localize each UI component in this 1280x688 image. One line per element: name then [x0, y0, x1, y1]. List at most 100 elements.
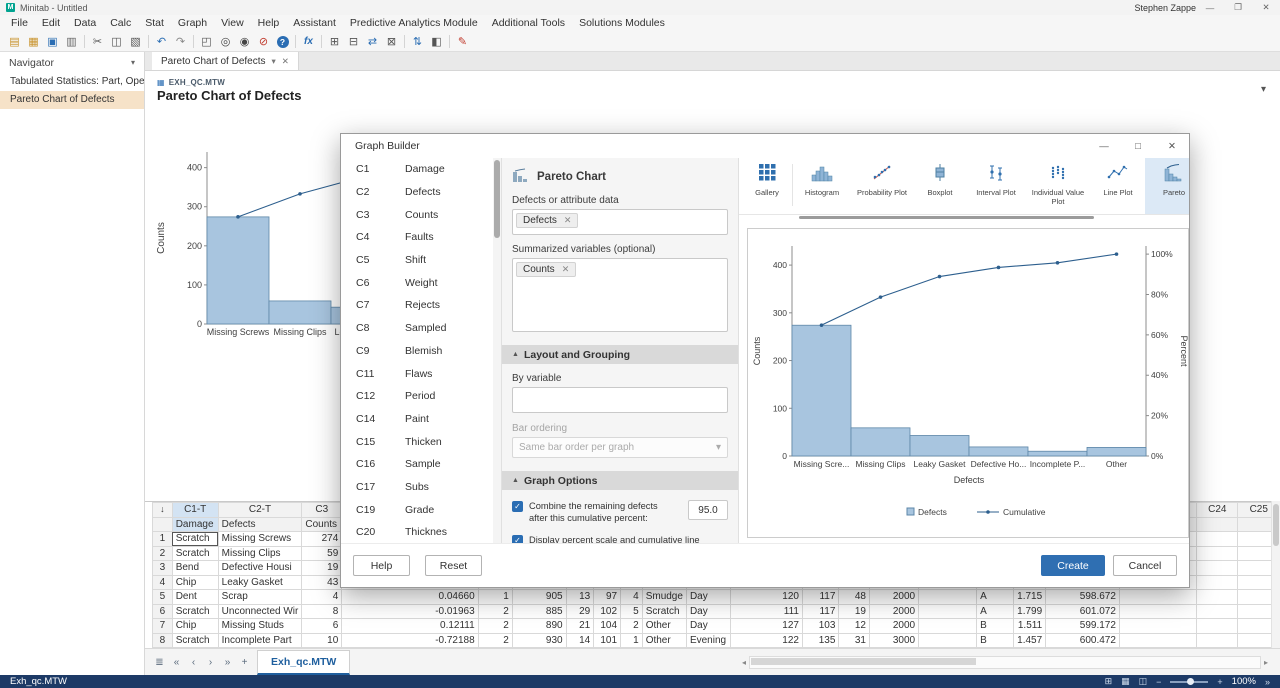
last-sheet-icon[interactable]: » [219, 657, 236, 668]
cell[interactable]: 31 [839, 633, 870, 648]
print-icon[interactable]: ▥ [62, 33, 81, 51]
cell[interactable]: Unconnected Wir [218, 604, 302, 619]
cell[interactable]: Other [642, 619, 686, 634]
column-item-c15[interactable]: C15Thicken [341, 430, 501, 453]
cell[interactable]: 2 [478, 604, 512, 619]
open-project-icon[interactable]: ▦ [24, 33, 43, 51]
column-item-c9[interactable]: C9Blemish [341, 340, 501, 363]
minimize-icon[interactable]: — [1196, 0, 1224, 15]
cell[interactable]: Scratch [172, 546, 218, 561]
clear-columns-icon[interactable]: ⊠ [382, 33, 401, 51]
cell[interactable]: 598.672 [1046, 590, 1120, 605]
cell[interactable]: 4 [621, 590, 643, 605]
defects-variable-chip[interactable]: Defects ✕ [516, 213, 578, 228]
cell[interactable]: Incomplete Part [218, 633, 302, 648]
dialog-minimize-icon[interactable]: — [1087, 134, 1121, 158]
cell[interactable]: 0.04660 [342, 590, 478, 605]
gallery-item-pareto[interactable]: Pareto [1145, 158, 1189, 214]
column-header[interactable]: C3 [302, 503, 342, 518]
cell[interactable]: Missing Clips [218, 546, 302, 561]
gallery-item-probability[interactable]: Probability Plot [851, 158, 913, 214]
cell[interactable]: Bend [172, 561, 218, 576]
insert-cells-icon[interactable]: ⊞ [325, 33, 344, 51]
copy-icon[interactable]: ◫ [107, 33, 126, 51]
column-item-c1[interactable]: C1Damage [341, 158, 501, 181]
cell[interactable]: 4 [302, 590, 342, 605]
cell[interactable] [1119, 633, 1196, 648]
paste-icon[interactable]: ▧ [126, 33, 145, 51]
zoom-slider-handle[interactable] [1187, 678, 1194, 685]
cell[interactable]: Scratch [642, 604, 686, 619]
zoom-out-icon[interactable]: − [1156, 677, 1161, 687]
cell[interactable]: Defective Housi [218, 561, 302, 576]
column-item-c6[interactable]: C6Weight [341, 271, 501, 294]
cell[interactable]: 135 [802, 633, 838, 648]
cell[interactable]: 1.715 [1014, 590, 1046, 605]
navigator-item-tabulated-statistics-part-operator[interactable]: Tabulated Statistics: Part, Operator [0, 73, 144, 91]
cell[interactable] [1119, 619, 1196, 634]
cell[interactable]: B [977, 633, 1014, 648]
cell[interactable]: Scratch [172, 633, 218, 648]
cell[interactable]: Missing Screws [218, 532, 302, 547]
new-project-icon[interactable]: ▤ [5, 33, 24, 51]
column-item-c5[interactable]: C5Shift [341, 249, 501, 272]
column-item-c19[interactable]: C19Grade [341, 498, 501, 521]
sort-icon[interactable]: ⇅ [408, 33, 427, 51]
column-item-c11[interactable]: C11Flaws [341, 362, 501, 385]
by-variable-field[interactable] [512, 387, 728, 413]
column-name-header[interactable]: Counts [302, 517, 342, 532]
gallery-item-histogram[interactable]: Histogram [793, 158, 851, 214]
gallery-item-lineplot[interactable]: Line Plot [1091, 158, 1145, 214]
undo-icon[interactable]: ↶ [152, 33, 171, 51]
user-name[interactable]: Stephen Zappe [1134, 3, 1196, 13]
cell[interactable]: A [977, 590, 1014, 605]
cell[interactable]: 127 [730, 619, 802, 634]
tab-close-icon[interactable]: ✕ [282, 56, 289, 67]
row-header[interactable]: 7 [153, 619, 173, 634]
column-item-c4[interactable]: C4Faults [341, 226, 501, 249]
cell[interactable] [919, 590, 977, 605]
cell[interactable]: 3000 [869, 633, 918, 648]
cell[interactable]: Scratch [172, 532, 218, 547]
menu-graph[interactable]: Graph [171, 15, 214, 32]
cell[interactable]: 2 [478, 633, 512, 648]
gallery-item-gallery[interactable]: Gallery [742, 158, 792, 214]
cell[interactable]: 1.511 [1014, 619, 1046, 634]
column-name-header[interactable] [1197, 517, 1238, 532]
statusbar-more-icon[interactable]: » [1265, 677, 1270, 687]
cell[interactable] [1197, 633, 1238, 648]
column-item-c7[interactable]: C7Rejects [341, 294, 501, 317]
navigator-item-pareto-chart-of-defects[interactable]: Pareto Chart of Defects [0, 91, 144, 109]
change-data-type-icon[interactable]: ◧ [427, 33, 446, 51]
column-item-c17[interactable]: C17Subs [341, 476, 501, 499]
cell[interactable]: Scratch [172, 604, 218, 619]
cell[interactable]: Chip [172, 575, 218, 590]
help-icon[interactable]: ? [273, 33, 292, 51]
cell[interactable]: 117 [802, 604, 838, 619]
cell[interactable]: 0.12111 [342, 619, 478, 634]
cancel-command-icon[interactable]: ⊘ [254, 33, 273, 51]
move-columns-icon[interactable]: ⇄ [363, 33, 382, 51]
sheet-tab-exh-qc[interactable]: Exh_qc.MTW [257, 650, 350, 675]
find-next-icon[interactable]: ◉ [235, 33, 254, 51]
menu-calc[interactable]: Calc [103, 15, 138, 32]
reset-button[interactable]: Reset [425, 555, 482, 576]
close-icon[interactable]: ✕ [1252, 0, 1280, 15]
column-item-c14[interactable]: C14Paint [341, 408, 501, 431]
cell[interactable]: A [977, 604, 1014, 619]
next-sheet-icon[interactable]: › [202, 657, 219, 668]
row-header[interactable]: 2 [153, 546, 173, 561]
cell[interactable]: 29 [566, 604, 594, 619]
output-collapse-icon[interactable]: ▾ [1261, 84, 1266, 95]
cell[interactable]: 8 [302, 604, 342, 619]
cell[interactable]: 885 [512, 604, 566, 619]
menu-file[interactable]: File [4, 15, 35, 32]
hscroll-left-icon[interactable]: ◂ [742, 658, 746, 667]
cell[interactable]: 43 [302, 575, 342, 590]
help-button[interactable]: Help [353, 555, 410, 576]
cell[interactable]: 101 [594, 633, 621, 648]
cell[interactable]: 122 [730, 633, 802, 648]
cell[interactable]: 104 [594, 619, 621, 634]
cell[interactable]: 1.799 [1014, 604, 1046, 619]
cell[interactable]: 2 [478, 619, 512, 634]
